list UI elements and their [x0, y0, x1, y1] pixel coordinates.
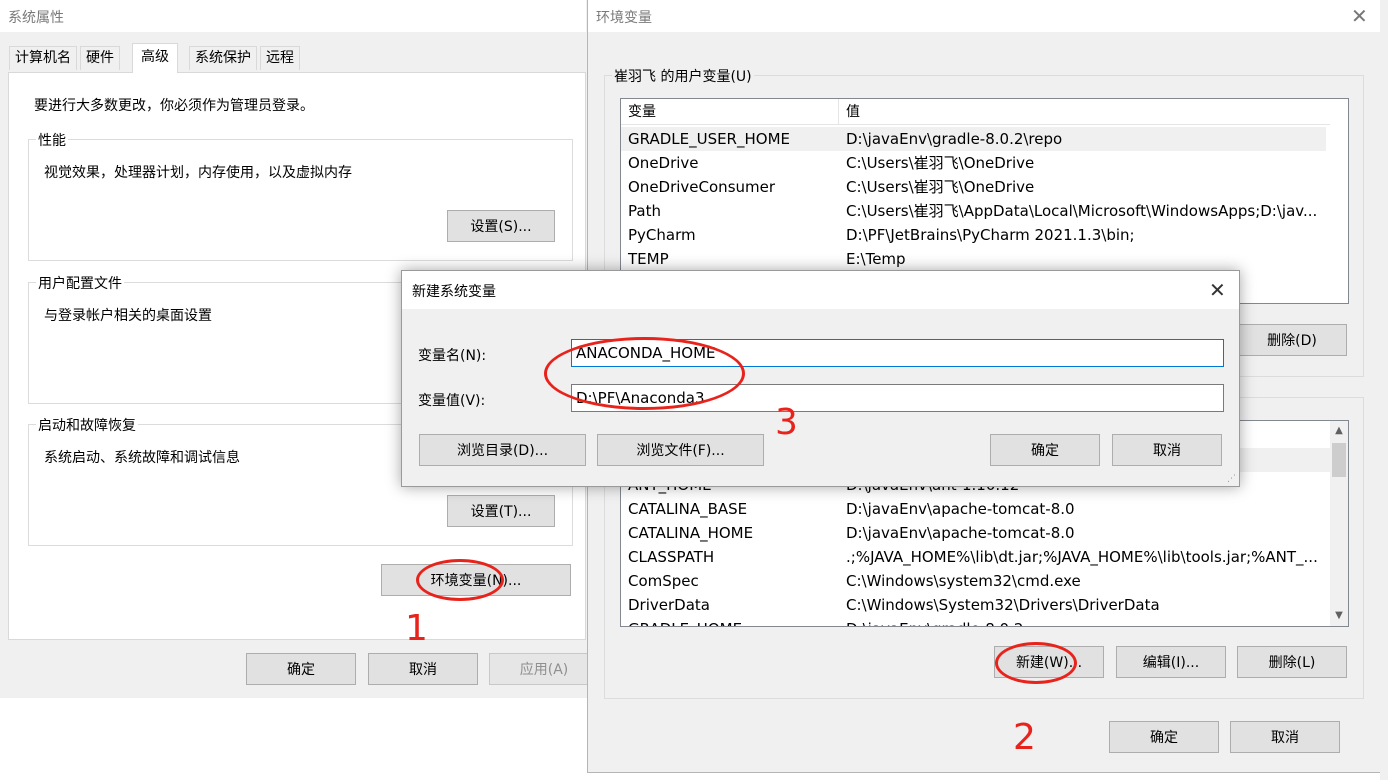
variable-value: .;%JAVA_HOME%\lib\dt.jar;%JAVA_HOME%\lib… [846, 548, 1318, 566]
column-header-variable[interactable]: 变量 [628, 99, 656, 125]
variable-value: D:\javaEnv\gradle-8.0.2 [846, 617, 1324, 626]
variable-name: GRADLE_USER_HOME [628, 130, 790, 148]
title-bar: 环境变量 ✕ [588, 0, 1380, 32]
environment-variables-button[interactable]: 环境变量(N)... [381, 564, 571, 596]
scroll-down-arrow-icon[interactable]: ▼ [1330, 607, 1348, 625]
user-variables-label: 崔羽飞 的用户变量(U) [612, 66, 754, 86]
column-header-value[interactable]: 值 [846, 99, 860, 125]
variable-value: C:\Users\崔羽飞\OneDrive [846, 154, 1035, 172]
variable-name: CATALINA_BASE [628, 500, 748, 518]
variable-name: PyCharm [628, 226, 696, 244]
window-title: 环境变量 [596, 10, 652, 26]
column-separator[interactable] [838, 99, 839, 125]
dialog-title: 新建系统变量 [412, 284, 496, 300]
variable-name: CLASSPATH [628, 548, 715, 566]
browse-file-button[interactable]: 浏览文件(F)... [597, 434, 764, 466]
variable-value: D:\javaEnv\apache-tomcat-8.0 [846, 500, 1075, 518]
ok-button[interactable]: 确定 [246, 653, 356, 685]
apply-button[interactable]: 应用(A) [489, 653, 599, 685]
admin-note: 要进行大多数更改，你必须作为管理员登录。 [34, 98, 314, 114]
list-item[interactable]: ComSpec C:\Windows\system32\cmd.exe [621, 569, 1330, 593]
variable-value: C:\Users\崔羽飞\OneDrive [846, 178, 1035, 196]
browse-directory-button[interactable]: 浏览目录(D)... [419, 434, 586, 466]
close-icon[interactable]: ✕ [1209, 280, 1226, 300]
startup-recovery-label: 启动和故障恢复 [36, 415, 138, 435]
ok-button[interactable]: 确定 [990, 434, 1100, 466]
performance-label: 性能 [36, 130, 68, 150]
variable-name: OneDrive [628, 154, 699, 172]
variable-value: E:\Temp [846, 250, 906, 268]
variable-value: C:\Users\崔羽飞\AppData\Local\Microsoft\Win… [846, 202, 1318, 220]
variable-name: OneDriveConsumer [628, 178, 776, 196]
variable-name: GRADLE_HOME [628, 617, 742, 626]
variable-name: ComSpec [628, 572, 699, 590]
cancel-button[interactable]: 取消 [1112, 434, 1222, 466]
list-item[interactable]: DriverData C:\Windows\System32\Drivers\D… [621, 593, 1330, 617]
list-item[interactable]: CATALINA_HOME D:\javaEnv\apache-tomcat-8… [621, 521, 1330, 545]
new-variable-button[interactable]: 新建(W)... [994, 646, 1104, 678]
user-delete-button[interactable]: 删除(D) [1237, 324, 1347, 356]
tab-remote[interactable]: 远程 [260, 46, 300, 70]
annotation-number-2: 2 [1013, 717, 1036, 758]
window-title: 系统属性 [8, 10, 64, 26]
delete-variable-button[interactable]: 删除(L) [1237, 646, 1347, 678]
list-header: 变量 值 [621, 99, 1330, 125]
background-window-edge [1380, 0, 1388, 780]
variable-value: D:\PF\JetBrains\PyCharm 2021.1.3\bin; [846, 226, 1135, 244]
list-item[interactable]: CLASSPATH .;%JAVA_HOME%\lib\dt.jar;%JAVA… [621, 545, 1330, 569]
list-item[interactable]: OneDriveConsumer C:\Users\崔羽飞\OneDrive [621, 175, 1330, 199]
scrollbar-thumb[interactable] [1332, 443, 1346, 477]
tab-computer-name[interactable]: 计算机名 [9, 46, 77, 70]
performance-settings-button[interactable]: 设置(S)... [447, 210, 555, 242]
title-bar: 新建系统变量 ✕ [402, 271, 1239, 309]
scrollbar[interactable]: ▲ ▼ [1330, 421, 1348, 626]
list-item[interactable]: OneDrive C:\Users\崔羽飞\OneDrive [621, 151, 1330, 175]
user-profile-desc: 与登录帐户相关的桌面设置 [44, 308, 212, 324]
variable-value: C:\Windows\System32\Drivers\DriverData [846, 596, 1160, 614]
startup-recovery-desc: 系统启动、系统故障和调试信息 [44, 450, 240, 466]
variable-value-input[interactable]: D:\PF\Anaconda3 [571, 384, 1224, 412]
variable-value: D:\javaEnv\apache-tomcat-8.0 [846, 524, 1075, 542]
list-item[interactable]: GRADLE_HOME D:\javaEnv\gradle-8.0.2 [621, 617, 1330, 626]
annotation-number-1: 1 [405, 608, 428, 649]
list-item[interactable]: TEMP E:\Temp [621, 247, 1330, 271]
performance-group: 性能 视觉效果，处理器计划，内存使用，以及虚拟内存 设置(S)... [28, 130, 573, 261]
variable-value: C:\Windows\system32\cmd.exe [846, 572, 1081, 590]
variable-name: CATALINA_HOME [628, 524, 754, 542]
variable-name: DriverData [628, 596, 710, 614]
tab-advanced[interactable]: 高级 [132, 43, 178, 73]
list-item[interactable]: Path C:\Users\崔羽飞\AppData\Local\Microsof… [621, 199, 1330, 223]
user-profile-label: 用户配置文件 [36, 273, 124, 293]
cancel-button[interactable]: 取消 [1230, 721, 1340, 753]
cancel-button[interactable]: 取消 [368, 653, 478, 685]
tab-system-protection[interactable]: 系统保护 [189, 46, 257, 70]
resize-grip-icon[interactable]: ⋰ [1227, 475, 1236, 484]
scroll-up-arrow-icon[interactable]: ▲ [1330, 422, 1348, 440]
edit-variable-button[interactable]: 编辑(I)... [1116, 646, 1226, 678]
annotation-number-3: 3 [775, 402, 798, 443]
variable-value-label: 变量值(V): [418, 393, 486, 409]
list-item[interactable]: CATALINA_BASE D:\javaEnv\apache-tomcat-8… [621, 497, 1330, 521]
tab-hardware[interactable]: 硬件 [80, 46, 120, 70]
title-bar: 系统属性 [0, 0, 586, 32]
ok-button[interactable]: 确定 [1109, 721, 1219, 753]
performance-desc: 视觉效果，处理器计划，内存使用，以及虚拟内存 [44, 165, 352, 181]
variable-name-input[interactable]: ANACONDA_HOME [571, 339, 1224, 367]
startup-settings-button[interactable]: 设置(T)... [447, 495, 555, 527]
close-icon[interactable]: ✕ [1351, 6, 1368, 26]
variable-name: TEMP [628, 250, 669, 268]
list-item[interactable]: PyCharm D:\PF\JetBrains\PyCharm 2021.1.3… [621, 223, 1330, 247]
variable-name: Path [628, 202, 661, 220]
new-system-variable-dialog: 新建系统变量 ✕ 变量名(N): ANACONDA_HOME 变量值(V): D… [401, 270, 1240, 487]
variable-value: D:\javaEnv\gradle-8.0.2\repo [846, 130, 1063, 148]
list-item[interactable]: GRADLE_USER_HOME D:\javaEnv\gradle-8.0.2… [621, 127, 1326, 151]
variable-name-label: 变量名(N): [418, 348, 487, 364]
